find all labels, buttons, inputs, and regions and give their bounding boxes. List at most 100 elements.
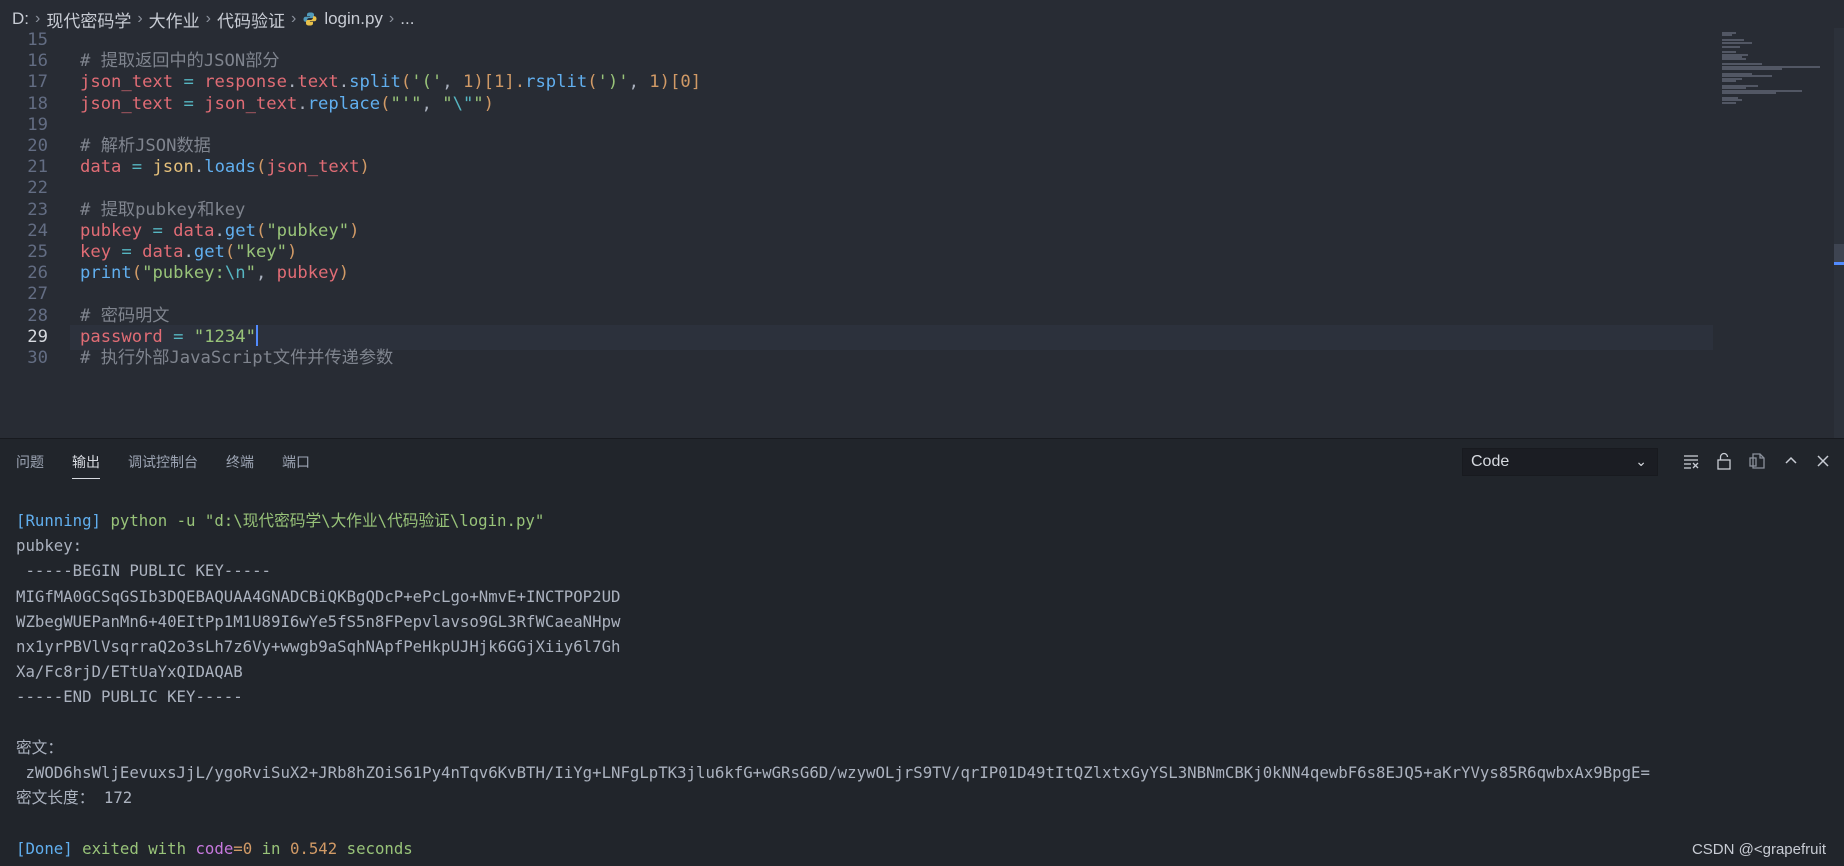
code-token: loads — [204, 157, 256, 178]
chevron-right-icon: › — [388, 10, 395, 27]
output-channel-value: Code — [1471, 453, 1510, 470]
chevron-down-icon: ⌄ — [1635, 453, 1647, 469]
code-token: )[ — [473, 72, 495, 93]
code-token: print — [80, 263, 132, 284]
breadcrumb-file-label: login.py — [324, 9, 383, 28]
code-token: ] — [690, 72, 702, 93]
code-token: ( — [255, 157, 267, 178]
output-line: zWOD6hsWljEevuxsJjL/ygoRviSuX2+JRb8hZOiS… — [16, 763, 1650, 783]
lock-scroll-icon[interactable] — [1713, 449, 1735, 473]
code-token: "pubkey" — [266, 220, 350, 241]
code-token: " — [473, 93, 484, 114]
seconds-label: seconds — [346, 838, 413, 858]
code-token: ) — [349, 220, 360, 241]
code-token: . — [297, 93, 308, 114]
code-token: json_text — [80, 93, 174, 114]
running-tag: [Running] — [16, 511, 102, 530]
code-token: data — [142, 242, 184, 262]
code-token: . — [286, 72, 298, 93]
code-token: )[ — [659, 72, 681, 93]
editor-scrollbar[interactable] — [1834, 28, 1844, 438]
code-token: # 解析JSON数据 — [80, 136, 211, 156]
code-token: pubkey — [276, 263, 339, 284]
minimap-line — [1722, 34, 1732, 37]
code-token: split — [349, 72, 401, 93]
code-line[interactable]: 30 # 执行外部JavaScript文件并传递参数 — [0, 346, 1844, 371]
breadcrumb-drive[interactable]: D: — [12, 9, 29, 29]
minimap-line — [1722, 92, 1776, 94]
code-token: ]. — [504, 72, 526, 93]
clear-output-icon[interactable] — [1680, 449, 1702, 473]
python-file-icon — [303, 12, 317, 26]
code-token: ( — [587, 72, 598, 93]
code-token: key — [80, 242, 112, 262]
code-token: = — [121, 157, 153, 178]
code-token: json_text — [204, 93, 298, 114]
close-icon[interactable] — [1812, 449, 1834, 473]
open-in-editor-icon[interactable] — [1747, 449, 1769, 473]
code-editor[interactable]: 15 16 # 提取返回中的JSON部分 17 json_text = response… — [0, 28, 1844, 438]
code-token: , — [421, 93, 443, 114]
chevron-up-icon[interactable] — [1780, 449, 1802, 473]
code-token: data — [173, 220, 215, 241]
minimap-line — [1722, 80, 1736, 82]
chevron-right-icon: › — [137, 10, 143, 27]
output-line: MIGfMA0GCSqGSIb3DQEBAQUAA4GNADCBiQKBgQDc… — [16, 586, 621, 606]
code-token: # 提取返回中的JSON部分 — [80, 51, 280, 72]
code-token: ) — [359, 157, 370, 178]
tab-problems[interactable]: 问题 — [16, 439, 44, 485]
code-token: "'" — [390, 93, 422, 114]
code-token: json — [152, 157, 194, 178]
breadcrumb-symbols[interactable]: ... — [400, 9, 414, 29]
cursor-position-marker — [1834, 262, 1844, 265]
code-token: json_text — [80, 72, 174, 93]
code-token: response — [204, 72, 287, 93]
code-token: ( — [255, 220, 267, 241]
output-line: WZbegWUEPanMn6+40EItPp1M1U89I6wYe5fS5n8F… — [16, 611, 621, 631]
code-token: 0 — [680, 72, 691, 93]
code-token: . — [338, 72, 350, 93]
code-token: ( — [131, 263, 143, 284]
code-token: ')' — [597, 72, 629, 93]
output-line: pubkey: — [16, 536, 83, 556]
code-token: ( — [380, 93, 391, 114]
code-token: . — [214, 220, 225, 241]
output-line: 密文： — [16, 737, 64, 757]
minimap[interactable] — [1718, 28, 1836, 138]
code-token: 1 — [649, 72, 660, 93]
chevron-right-icon: › — [290, 10, 297, 27]
code-token: "pubkey: — [142, 263, 225, 284]
in-text: in — [261, 838, 281, 858]
output-line: -----END PUBLIC KEY----- — [16, 687, 243, 707]
panel-tabs: 问题 输出 调试控制台 终端 端口 — [0, 439, 338, 485]
running-line: [Running] python -u "d:\现代密码学\大作业\代码验证\l… — [16, 511, 544, 530]
output-lines: pubkey: -----BEGIN PUBLIC KEY----- MIGfM… — [16, 536, 1650, 807]
minimap-line — [1722, 101, 1736, 104]
scrollbar-thumb[interactable] — [1834, 244, 1844, 264]
code-token: ( — [224, 242, 236, 262]
code-token: pubkey — [80, 220, 143, 241]
code-token: = — [173, 72, 205, 93]
code-token: . — [193, 157, 205, 178]
code-token: rsplit — [525, 72, 588, 93]
code-token: = — [142, 220, 174, 241]
output-line: nx1yrPBVlVsqrraQ2o3sLh7z6Vy+wwgb9aSqhNAp… — [16, 637, 621, 657]
tab-debug-console[interactable]: 调试控制台 — [128, 439, 198, 485]
output-channel-select[interactable]: Code ⌄ — [1462, 448, 1658, 476]
code-token: 1 — [462, 72, 474, 93]
code-token: " — [442, 93, 453, 114]
tab-ports[interactable]: 端口 — [282, 439, 310, 485]
tab-terminal[interactable]: 终端 — [226, 439, 254, 485]
breadcrumb-file[interactable]: login.py — [302, 9, 383, 29]
output-line: -----BEGIN PUBLIC KEY----- — [16, 561, 272, 581]
output-console[interactable]: [Running] python -u "d:\现代密码学\大作业\代码验证\l… — [16, 508, 1650, 861]
minimap-line — [1722, 46, 1740, 49]
bottom-panel: 问题 输出 调试控制台 终端 端口 Code ⌄ [Running] pytho… — [0, 438, 1844, 866]
code-token: get — [193, 242, 225, 262]
tab-output[interactable]: 输出 — [72, 439, 100, 485]
done-text: exited with — [82, 838, 187, 858]
done-line: [Done] exited with code=0 in 0.542 secon… — [16, 839, 413, 858]
done-tag: [Done] — [16, 838, 73, 858]
code-token: " — [245, 263, 256, 284]
minimap-line — [1722, 68, 1782, 70]
